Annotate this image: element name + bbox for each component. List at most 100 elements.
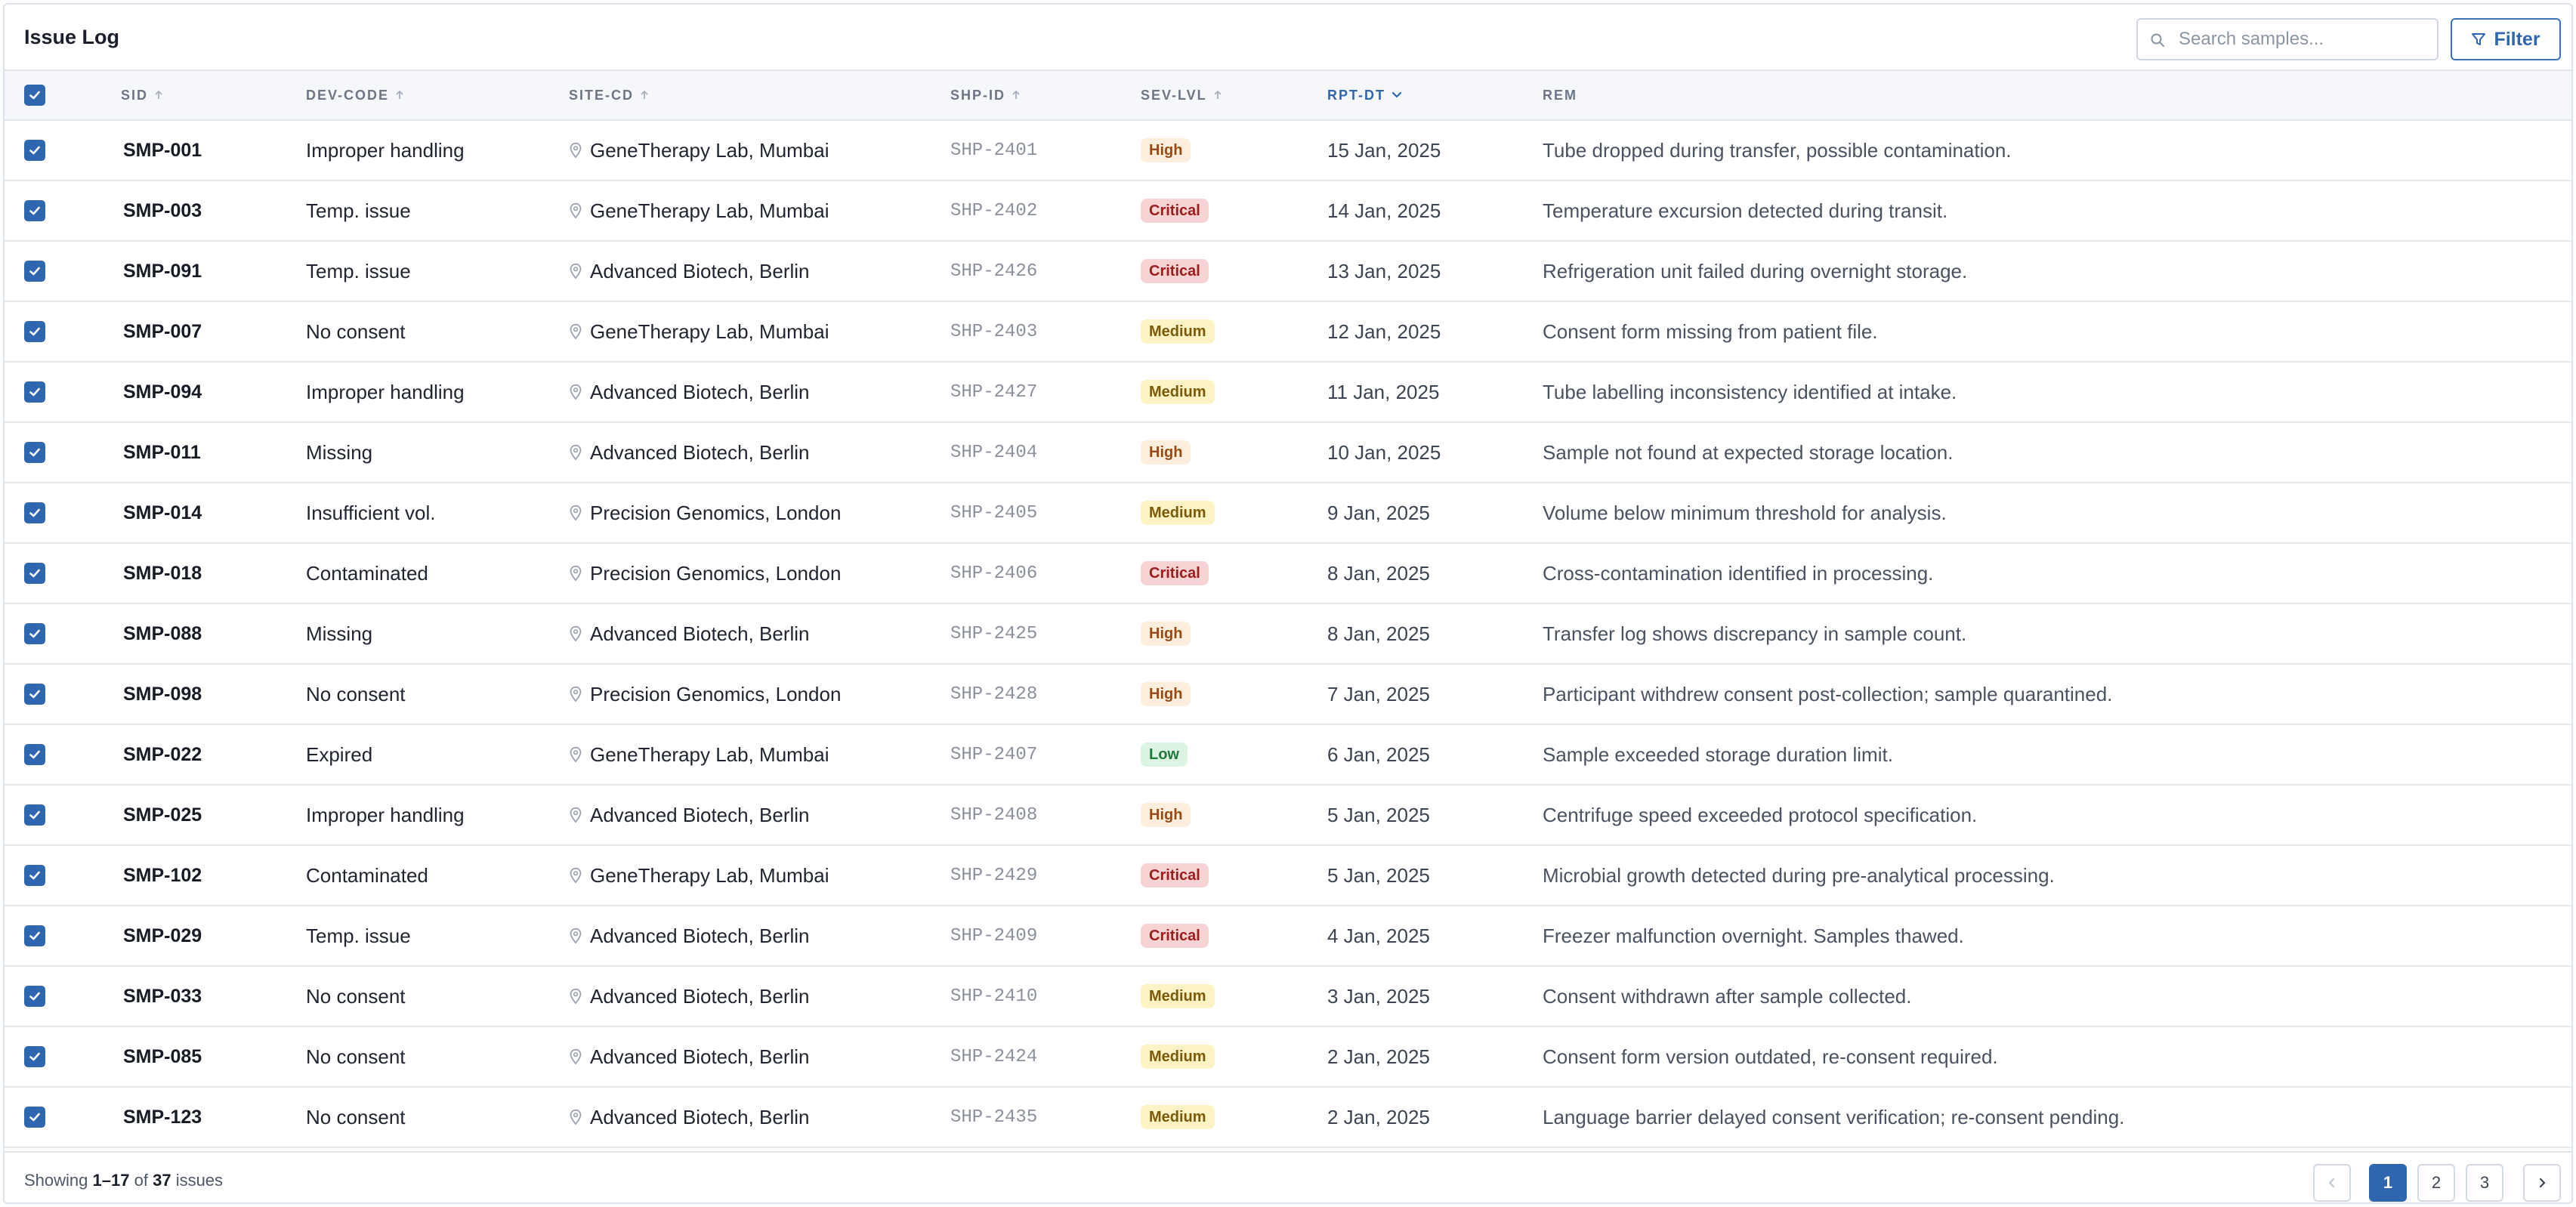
shipment-id: SHP-2406 bbox=[950, 563, 1038, 584]
search-input[interactable] bbox=[2179, 26, 2428, 53]
page-button-3[interactable]: 3 bbox=[2466, 1164, 2503, 1202]
row-checkbox[interactable] bbox=[24, 261, 45, 282]
table-row[interactable]: SMP-001 Improper handling GeneTherapy Lab,… bbox=[5, 121, 2571, 181]
site-cell: Advanced Biotech, Berlin bbox=[569, 906, 810, 965]
check-icon bbox=[29, 629, 40, 638]
row-checkbox[interactable] bbox=[24, 744, 45, 765]
row-checkbox[interactable] bbox=[24, 684, 45, 705]
site-name: GeneTherapy Lab, Mumbai bbox=[590, 863, 829, 887]
row-checkbox[interactable] bbox=[24, 381, 45, 403]
table-row[interactable]: SMP-033 No consent Advanced Biotech, Berli… bbox=[5, 967, 2571, 1027]
check-icon bbox=[29, 508, 40, 517]
filter-button[interactable]: Filter bbox=[2451, 18, 2561, 60]
page-button-2[interactable]: 2 bbox=[2417, 1164, 2455, 1202]
report-date: 12 Jan, 2025 bbox=[1327, 320, 1441, 343]
table-row[interactable]: SMP-022 Expired GeneTherapy Lab, Mumbai SHP… bbox=[5, 725, 2571, 786]
row-checkbox[interactable] bbox=[24, 502, 45, 523]
table-row[interactable]: SMP-025 Improper handling Advanced Biotech… bbox=[5, 786, 2571, 846]
severity-badge: Critical bbox=[1141, 259, 1209, 283]
table-row[interactable]: SMP-085 No consent Advanced Biotech, Berli… bbox=[5, 1027, 2571, 1088]
check-icon bbox=[29, 931, 40, 940]
page-button-1[interactable]: 1 bbox=[2369, 1164, 2407, 1202]
prev-page-button[interactable] bbox=[2313, 1164, 2351, 1202]
severity-badge: Critical bbox=[1141, 561, 1209, 585]
table-row[interactable]: SMP-094 Improper handling Advanced Biotech… bbox=[5, 363, 2571, 423]
column-header-sev-lvl[interactable]: SEV-LVL bbox=[1141, 71, 1222, 119]
remark: Tube labelling inconsistency identified … bbox=[1543, 380, 1957, 403]
table-row[interactable]: SMP-007 No consent GeneTherapy Lab, Mumbai… bbox=[5, 302, 2571, 363]
row-checkbox[interactable] bbox=[24, 804, 45, 826]
table-row[interactable]: SMP-003 Temp. issue GeneTherapy Lab, Mumba… bbox=[5, 181, 2571, 242]
map-pin-icon bbox=[570, 807, 582, 823]
site-name: GeneTherapy Lab, Mumbai bbox=[590, 138, 829, 162]
row-checkbox[interactable] bbox=[24, 1107, 45, 1128]
site-name: Advanced Biotech, Berlin bbox=[590, 440, 810, 464]
row-checkbox[interactable] bbox=[24, 140, 45, 161]
column-header-rpt-dt[interactable]: RPT-DT bbox=[1327, 71, 1402, 119]
severity-cell: High bbox=[1141, 121, 1191, 180]
column-label-site-cd: SITE-CD bbox=[569, 87, 634, 103]
table-row[interactable]: SMP-029 Temp. issue Advanced Biotech, Berl… bbox=[5, 906, 2571, 967]
severity-cell: High bbox=[1141, 665, 1191, 724]
column-label-rpt-dt: RPT-DT bbox=[1327, 87, 1385, 103]
sort-up-icon bbox=[641, 90, 648, 99]
site-cell: Advanced Biotech, Berlin bbox=[569, 1027, 810, 1086]
column-header-dev-code[interactable]: DEV-CODE bbox=[306, 71, 404, 119]
map-pin-icon bbox=[570, 867, 582, 884]
site-name: Advanced Biotech, Berlin bbox=[590, 1105, 810, 1128]
issue-log-panel: Issue Log Filter SID DEV-CODE bbox=[3, 3, 2573, 1204]
severity-cell: Medium bbox=[1141, 967, 1215, 1026]
select-all-checkbox[interactable] bbox=[24, 85, 45, 106]
column-header-shp-id[interactable]: SHP-ID bbox=[950, 71, 1021, 119]
table-row[interactable]: SMP-098 No consent Precision Genomics, Lon… bbox=[5, 665, 2571, 725]
shipment-id: SHP-2428 bbox=[950, 684, 1038, 705]
results-summary: Showing 1–17 of 37 issues bbox=[24, 1171, 223, 1190]
severity-cell: Medium bbox=[1141, 302, 1215, 361]
column-label-sid: SID bbox=[121, 87, 149, 103]
column-header-rem[interactable]: REM bbox=[1543, 71, 1577, 119]
row-checkbox[interactable] bbox=[24, 321, 45, 342]
deviation-code: No consent bbox=[306, 1105, 406, 1128]
table-row[interactable]: SMP-102 Contaminated GeneTherapy Lab, Mumb… bbox=[5, 846, 2571, 906]
filter-button-label: Filter bbox=[2494, 28, 2540, 50]
remark: Participant withdrew consent post-collec… bbox=[1543, 682, 2113, 705]
search-box[interactable] bbox=[2136, 18, 2439, 60]
row-checkbox[interactable] bbox=[24, 563, 45, 584]
row-checkbox[interactable] bbox=[24, 1046, 45, 1067]
check-icon bbox=[29, 810, 40, 820]
map-pin-icon bbox=[570, 928, 582, 944]
severity-cell: Medium bbox=[1141, 1027, 1215, 1086]
row-checkbox[interactable] bbox=[24, 442, 45, 463]
site-cell: Advanced Biotech, Berlin bbox=[569, 242, 810, 301]
next-page-button[interactable] bbox=[2523, 1164, 2561, 1202]
column-header-site-cd[interactable]: SITE-CD bbox=[569, 71, 649, 119]
site-name: Advanced Biotech, Berlin bbox=[590, 984, 810, 1008]
check-icon bbox=[29, 448, 40, 457]
shipment-id: SHP-2409 bbox=[950, 925, 1038, 946]
table-row[interactable]: SMP-011 Missing Advanced Biotech, Berlin SH… bbox=[5, 423, 2571, 483]
deviation-code: Contaminated bbox=[306, 863, 428, 887]
map-pin-icon bbox=[570, 505, 582, 521]
remark: Centrifuge speed exceeded protocol speci… bbox=[1543, 803, 1978, 826]
map-pin-icon bbox=[570, 384, 582, 400]
severity-cell: Critical bbox=[1141, 181, 1209, 240]
row-checkbox[interactable] bbox=[24, 925, 45, 946]
row-checkbox[interactable] bbox=[24, 200, 45, 221]
severity-badge: Medium bbox=[1141, 380, 1215, 404]
table-row[interactable]: SMP-014 Insufficient vol. Precision Genomi… bbox=[5, 483, 2571, 544]
table-row[interactable]: SMP-088 Missing Advanced Biotech, Berlin SH… bbox=[5, 604, 2571, 665]
table-row[interactable]: SMP-091 Temp. issue Advanced Biotech, Berl… bbox=[5, 242, 2571, 302]
column-header-sid[interactable]: SID bbox=[121, 71, 163, 119]
site-cell: Advanced Biotech, Berlin bbox=[569, 363, 810, 421]
site-name: Advanced Biotech, Berlin bbox=[590, 924, 810, 947]
table-row[interactable]: SMP-123 No consent Advanced Biotech, Berli… bbox=[5, 1088, 2571, 1148]
site-cell: Precision Genomics, London bbox=[569, 544, 841, 603]
report-date: 7 Jan, 2025 bbox=[1327, 682, 1430, 705]
row-checkbox[interactable] bbox=[24, 623, 45, 644]
table-row[interactable]: SMP-018 Contaminated Precision Genomics, L… bbox=[5, 544, 2571, 604]
row-checkbox[interactable] bbox=[24, 865, 45, 886]
deviation-code: Insufficient vol. bbox=[306, 501, 436, 524]
row-checkbox[interactable] bbox=[24, 986, 45, 1007]
remark: Consent form missing from patient file. bbox=[1543, 320, 1878, 343]
shipment-id: SHP-2405 bbox=[950, 502, 1038, 523]
